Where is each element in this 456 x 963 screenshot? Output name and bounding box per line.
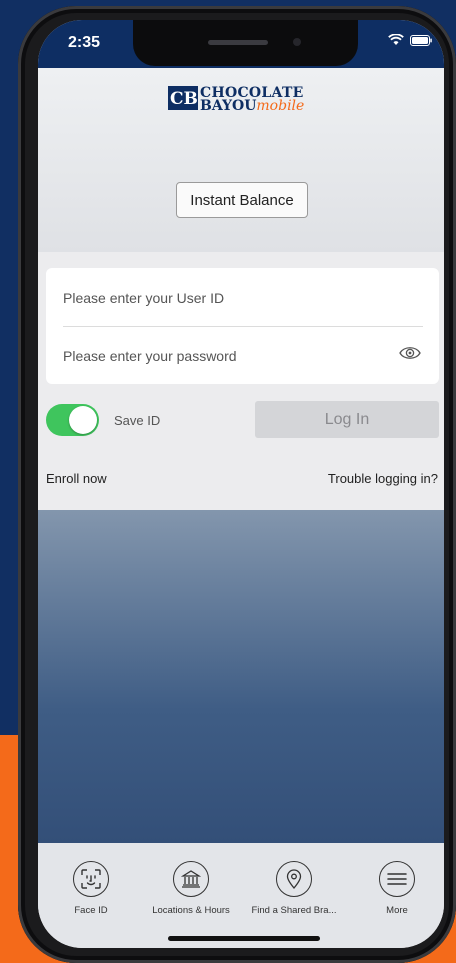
status-icons (388, 34, 432, 46)
tab-label: More (386, 905, 408, 916)
password-input[interactable]: Please enter your password (63, 348, 237, 364)
app-screen: 2:35 CB CHOCOLATE BAYOUmobile Instant Ba… (38, 20, 444, 948)
svg-text:CB: CB (170, 89, 198, 109)
status-time: 2:35 (68, 34, 101, 51)
instant-balance-button[interactable]: Instant Balance (176, 182, 308, 218)
tab-label: Locations & Hours (152, 905, 230, 916)
save-id-label: Save ID (114, 413, 161, 428)
tab-label: Face ID (74, 905, 108, 916)
front-camera (293, 38, 301, 46)
save-id-toggle[interactable] (46, 404, 99, 436)
location-pin-icon (276, 861, 312, 897)
menu-icon (379, 861, 415, 897)
field-divider (63, 326, 423, 327)
tab-locations-hours[interactable]: Locations & Hours (143, 861, 239, 916)
status-bar: 2:35 (38, 20, 444, 68)
login-panel: Please enter your User ID Please enter y… (38, 252, 444, 510)
user-id-input[interactable]: Please enter your User ID (63, 290, 224, 306)
notch (133, 20, 358, 66)
enroll-now-link[interactable]: Enroll now (46, 471, 107, 486)
credentials-card: Please enter your User ID Please enter y… (46, 268, 439, 384)
tab-find-shared-branch[interactable]: Find a Shared Bra... (246, 861, 342, 916)
trouble-logging-in-link[interactable]: Trouble logging in? (328, 471, 438, 486)
bank-icon (173, 861, 209, 897)
toggle-knob (69, 406, 97, 434)
logo-mark-icon: CB (168, 86, 198, 110)
speaker (208, 40, 268, 45)
tab-label: Find a Shared Bra... (251, 905, 337, 916)
log-in-button[interactable]: Log In (255, 401, 439, 438)
brand-logo: CB CHOCOLATE BAYOUmobile (168, 82, 318, 114)
login-header: CB CHOCOLATE BAYOUmobile Instant Balance (38, 68, 444, 252)
home-indicator (168, 936, 320, 941)
brand-suffix: mobile (256, 98, 305, 114)
show-password-eye-icon[interactable] (399, 345, 421, 361)
battery-icon (410, 34, 432, 46)
background-gradient (38, 510, 444, 843)
brand-line-2: BAYOUmobile (200, 98, 305, 114)
tab-more[interactable]: More (349, 861, 444, 916)
tab-face-id[interactable]: Face ID (43, 861, 139, 916)
bottom-toolbar: Face ID Locations & Hours Find a Shared … (38, 843, 444, 948)
wifi-icon (388, 34, 404, 46)
face-id-icon (73, 861, 109, 897)
